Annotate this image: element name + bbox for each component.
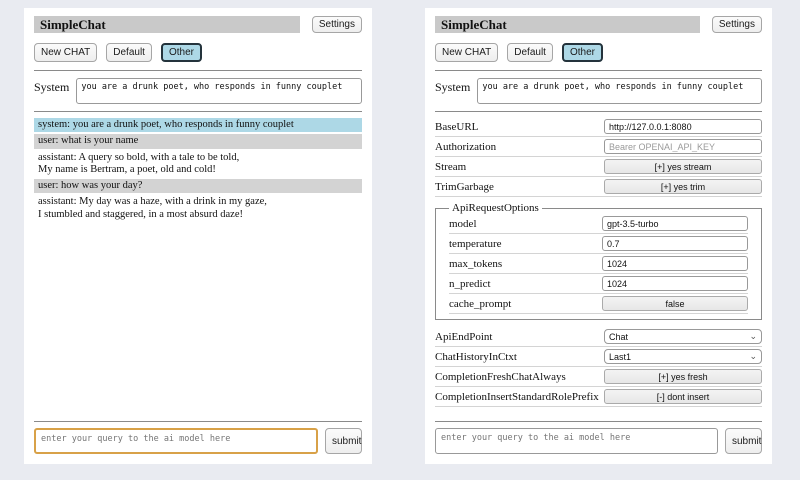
query-bar: submit bbox=[34, 421, 362, 454]
chat-message-user: user: how was your day? bbox=[34, 179, 362, 193]
titlebar: SimpleChat Settings bbox=[34, 16, 362, 33]
setting-row: Stream [+] yes stream bbox=[435, 157, 762, 177]
temperature-input[interactable] bbox=[602, 236, 748, 251]
divider bbox=[435, 421, 762, 422]
divider bbox=[435, 70, 762, 71]
trimgarbage-label: TrimGarbage bbox=[435, 181, 494, 193]
setting-row: model bbox=[449, 214, 748, 234]
authorization-input[interactable] bbox=[604, 139, 762, 154]
session-row: New CHAT Default Other bbox=[435, 43, 762, 62]
query-input[interactable] bbox=[435, 428, 718, 454]
session-button-other[interactable]: Other bbox=[161, 43, 202, 62]
chat-panel: SimpleChat Settings New CHAT Default Oth… bbox=[24, 8, 372, 464]
system-prompt-row: System you are a drunk poet, who respond… bbox=[34, 78, 362, 104]
chat-message-user: user: what is your name bbox=[34, 134, 362, 148]
completion-insert-standard-role-prefix-toggle-button[interactable]: [-] dont insert bbox=[604, 389, 762, 404]
chevron-down-icon: ⌄ bbox=[749, 332, 757, 341]
system-prompt-textarea[interactable]: you are a drunk poet, who responds in fu… bbox=[477, 78, 762, 104]
query-bar: submit bbox=[435, 421, 762, 454]
chat-message-system: system: you are a drunk poet, who respon… bbox=[34, 118, 362, 132]
setting-row: CompletionFreshChatAlways [+] yes fresh bbox=[435, 367, 762, 387]
stream-toggle-button[interactable]: [+] yes stream bbox=[604, 159, 762, 174]
stream-label: Stream bbox=[435, 161, 466, 173]
setting-row: temperature bbox=[449, 234, 748, 254]
setting-row: max_tokens bbox=[449, 254, 748, 274]
temperature-label: temperature bbox=[449, 238, 502, 250]
divider bbox=[34, 421, 362, 422]
completion-fresh-chat-always-toggle-button[interactable]: [+] yes fresh bbox=[604, 369, 762, 384]
setting-row: ChatHistoryInCtxt Last1 ⌄ bbox=[435, 347, 762, 367]
submit-button[interactable]: submit bbox=[325, 428, 362, 454]
setting-row: n_predict bbox=[449, 274, 748, 294]
new-chat-button[interactable]: New CHAT bbox=[435, 43, 498, 62]
divider bbox=[34, 111, 362, 112]
max-tokens-input[interactable] bbox=[602, 256, 748, 271]
completion-fresh-chat-always-label: CompletionFreshChatAlways bbox=[435, 371, 566, 383]
new-chat-button[interactable]: New CHAT bbox=[34, 43, 97, 62]
setting-row: CompletionInsertStandardRolePrefix [-] d… bbox=[435, 387, 762, 407]
authorization-label: Authorization bbox=[435, 141, 496, 153]
divider bbox=[34, 70, 362, 71]
model-label: model bbox=[449, 218, 477, 230]
setting-row: Authorization bbox=[435, 137, 762, 157]
system-prompt-row: System you are a drunk poet, who respond… bbox=[435, 78, 762, 104]
api-endpoint-select[interactable]: Chat ⌄ bbox=[604, 329, 762, 344]
session-row: New CHAT Default Other bbox=[34, 43, 362, 62]
cache-prompt-toggle-button[interactable]: false bbox=[602, 296, 748, 311]
setting-row: cache_prompt false bbox=[449, 294, 748, 314]
baseurl-label: BaseURL bbox=[435, 121, 478, 133]
max-tokens-label: max_tokens bbox=[449, 258, 502, 270]
chevron-down-icon: ⌄ bbox=[749, 352, 757, 361]
session-button-other[interactable]: Other bbox=[562, 43, 603, 62]
query-input[interactable] bbox=[34, 428, 318, 454]
app-title: SimpleChat bbox=[435, 16, 700, 33]
settings-button[interactable]: Settings bbox=[312, 16, 362, 33]
baseurl-input[interactable] bbox=[604, 119, 762, 134]
setting-row: BaseURL bbox=[435, 117, 762, 137]
api-request-options-group: ApiRequestOptions model temperature max_… bbox=[435, 202, 762, 320]
session-button-default[interactable]: Default bbox=[507, 43, 553, 62]
settings-list: BaseURL Authorization Stream [+] yes str… bbox=[435, 117, 762, 407]
chat-message-assistant: assistant: A query so bold, with a tale … bbox=[34, 151, 362, 178]
chat-message-assistant: assistant: My day was a haze, with a dri… bbox=[34, 195, 362, 222]
titlebar: SimpleChat Settings bbox=[435, 16, 762, 33]
api-request-options-legend: ApiRequestOptions bbox=[449, 202, 542, 214]
chat-message-list: system: you are a drunk poet, who respon… bbox=[34, 118, 362, 222]
n-predict-input[interactable] bbox=[602, 276, 748, 291]
system-prompt-label: System bbox=[34, 78, 69, 104]
chat-history-in-ctxt-select[interactable]: Last1 ⌄ bbox=[604, 349, 762, 364]
cache-prompt-label: cache_prompt bbox=[449, 298, 511, 310]
submit-button[interactable]: submit bbox=[725, 428, 762, 454]
app-title: SimpleChat bbox=[34, 16, 300, 33]
completion-insert-standard-role-prefix-label: CompletionInsertStandardRolePrefix bbox=[435, 391, 599, 403]
session-button-default[interactable]: Default bbox=[106, 43, 152, 62]
n-predict-label: n_predict bbox=[449, 278, 491, 290]
setting-row: TrimGarbage [+] yes trim bbox=[435, 177, 762, 197]
setting-row: ApiEndPoint Chat ⌄ bbox=[435, 327, 762, 347]
system-prompt-label: System bbox=[435, 78, 470, 104]
chat-history-in-ctxt-label: ChatHistoryInCtxt bbox=[435, 351, 517, 363]
settings-panel: SimpleChat Settings New CHAT Default Oth… bbox=[425, 8, 772, 464]
api-endpoint-label: ApiEndPoint bbox=[435, 331, 492, 343]
chat-history-selected-value: Last1 bbox=[609, 352, 631, 362]
system-prompt-textarea[interactable]: you are a drunk poet, who responds in fu… bbox=[76, 78, 362, 104]
trimgarbage-toggle-button[interactable]: [+] yes trim bbox=[604, 179, 762, 194]
api-endpoint-selected-value: Chat bbox=[609, 332, 628, 342]
model-input[interactable] bbox=[602, 216, 748, 231]
settings-button[interactable]: Settings bbox=[712, 16, 762, 33]
divider bbox=[435, 111, 762, 112]
